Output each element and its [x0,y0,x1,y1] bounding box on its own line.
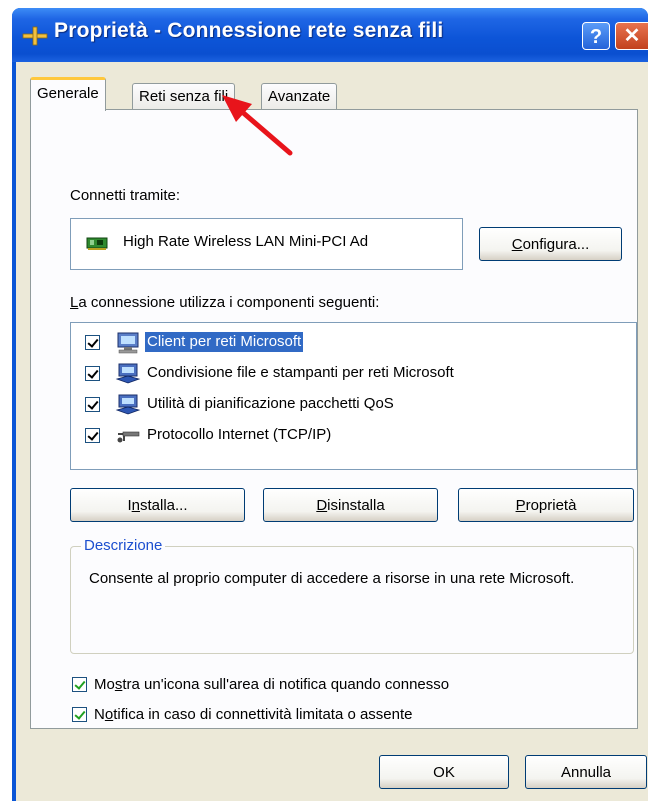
components-list[interactable]: Client per reti Microsoft Condivisione f… [70,322,637,470]
description-text: Consente al proprio computer di accedere… [89,570,575,587]
component-label: Protocollo Internet (TCP/IP) [147,426,332,443]
description-title: Descrizione [81,537,166,554]
help-button[interactable]: ? [582,22,610,50]
uninstall-button[interactable]: Disinstalla [263,488,438,522]
tab-wireless-networks[interactable]: Reti senza fili [132,83,236,111]
properties-dialog: Proprietà - Connessione rete senza fili … [12,8,648,801]
ok-button[interactable]: OK [379,755,509,789]
component-label: Client per reti Microsoft [145,332,304,352]
component-label: Condivisione file e stampanti per reti M… [147,364,454,381]
dialog-client-area: Generale Reti senza fili Avanzate Connet… [16,62,648,801]
show-icon-checkbox[interactable] [72,677,87,692]
configure-button[interactable]: Configura... [479,227,622,261]
components-label: La connessione utilizza i componenti seg… [70,294,380,311]
notify-label: Notifica in caso di connettività limitat… [94,706,413,723]
network-client-icon [117,332,139,354]
list-item[interactable]: Utilità di pianificazione pacchetti QoS [71,391,636,419]
component-checkbox[interactable] [85,335,100,350]
network-connection-icon [22,26,48,46]
close-button[interactable]: ✕ [615,22,648,50]
tab-advanced[interactable]: Avanzate [261,83,338,111]
tab-general[interactable]: Generale [30,77,106,111]
list-item[interactable]: Condivisione file e stampanti per reti M… [71,360,636,388]
description-groupbox [70,546,634,654]
component-checkbox[interactable] [85,397,100,412]
install-button[interactable]: Installa... [70,488,245,522]
adapter-name: High Rate Wireless LAN Mini-PCI Ad [123,233,369,250]
show-icon-option[interactable]: Mostra un'icona sull'area di notifica qu… [72,674,632,698]
notify-option[interactable]: Notifica in caso di connettività limitat… [72,704,632,728]
qos-scheduler-icon [115,394,141,415]
general-tab-panel: Connetti tramite: High Rate Wireless LAN… [30,109,638,729]
notify-checkbox[interactable] [72,707,87,722]
component-label: Utilità di pianificazione pacchetti QoS [147,395,394,412]
file-printer-sharing-icon [115,363,141,384]
window-title: Proprietà - Connessione rete senza fili [54,19,444,42]
network-adapter-icon [86,237,108,250]
adapter-display: High Rate Wireless LAN Mini-PCI Ad [70,218,463,270]
component-checkbox[interactable] [85,366,100,381]
list-item[interactable]: Client per reti Microsoft [71,329,636,357]
network-protocol-icon [117,431,140,443]
list-item[interactable]: Protocollo Internet (TCP/IP) [71,422,636,450]
component-checkbox[interactable] [85,428,100,443]
show-icon-label: Mostra un'icona sull'area di notifica qu… [94,676,450,693]
properties-button[interactable]: Proprietà [458,488,634,522]
cancel-button[interactable]: Annulla [525,755,647,789]
title-bar[interactable]: Proprietà - Connessione rete senza fili … [12,8,648,62]
connect-using-label: Connetti tramite: [70,187,181,204]
